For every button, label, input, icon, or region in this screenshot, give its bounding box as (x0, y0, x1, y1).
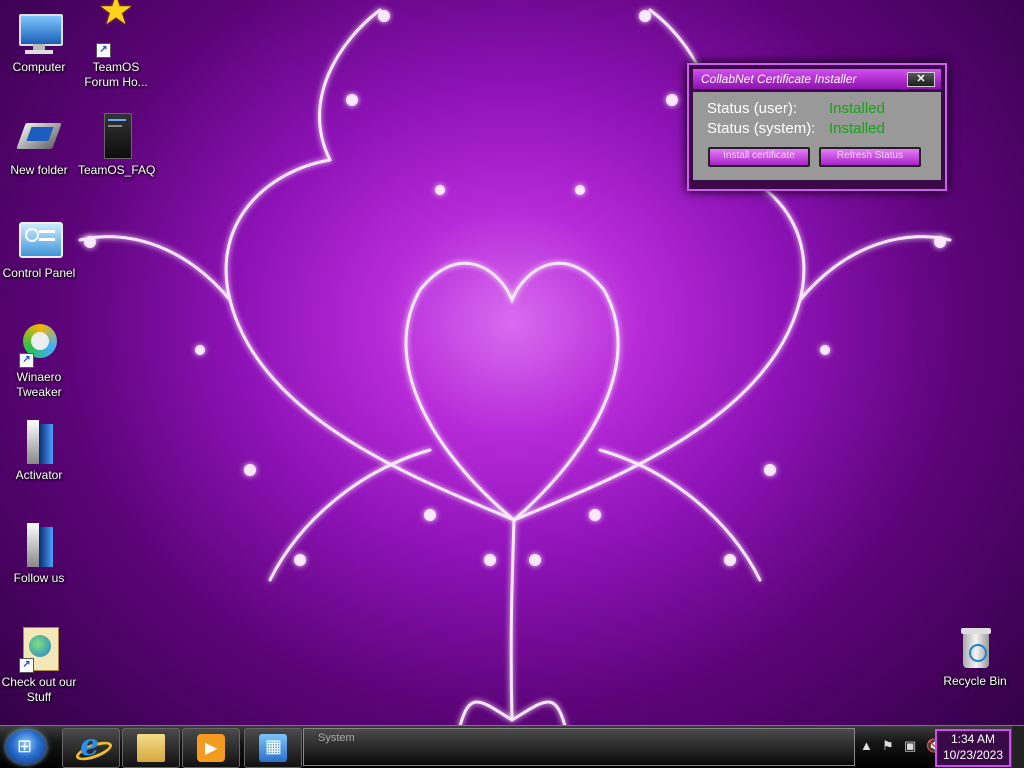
control-panel-icon (15, 216, 63, 264)
show-desktop-button[interactable] (1011, 726, 1024, 768)
desktop-icon-label: TeamOS Forum Ho... (84, 60, 148, 89)
window-titlebar[interactable]: CollabNet Certificate Installer ✕ (693, 69, 941, 89)
installer-body: Status (user): Installed Status (system)… (693, 92, 941, 180)
activator-icon (15, 418, 63, 466)
media-player-icon (197, 734, 225, 762)
taskbar: ⊞ System ▲ ⚑ ▣ 🔇 1:34 AM 10/23/2023 (0, 725, 1024, 768)
star-shortcut-icon: ★ ↗ (92, 0, 140, 58)
desktop-icon-label: Recycle Bin (943, 674, 1007, 688)
follow-us-icon (15, 521, 63, 569)
desktop-icon-teamos-faq[interactable]: TeamOS_FAQ (78, 113, 156, 178)
certificate-installer-window[interactable]: CollabNet Certificate Installer ✕ Status… (687, 63, 947, 191)
recycle-bin-icon (951, 624, 999, 672)
desktop-icon-recycle-bin[interactable]: Recycle Bin (937, 624, 1013, 689)
system-icon (259, 734, 287, 762)
action-center-flag-icon[interactable]: ⚑ (882, 738, 898, 754)
document-icon (92, 113, 140, 161)
winaero-tweaker-icon: ↗ (15, 320, 63, 368)
taskbar-active-window-button[interactable]: System (303, 728, 855, 766)
computer-icon (15, 10, 63, 58)
desktop-icon-label: Winaero Tweaker (16, 370, 62, 399)
desktop-icon-winaero-tweaker[interactable]: ↗ Winaero Tweaker (1, 320, 77, 400)
windows-logo-icon: ⊞ (17, 736, 33, 756)
taskbar-clock[interactable]: 1:34 AM 10/23/2023 (935, 729, 1011, 767)
status-user-row: Status (user): Installed (707, 100, 885, 117)
shortcut-arrow-icon: ↗ (96, 43, 111, 58)
desktop-icon-new-folder[interactable]: New folder (1, 113, 77, 178)
desktop-icon-follow-us[interactable]: Follow us (1, 521, 77, 586)
taskbar-media-player-button[interactable] (182, 728, 240, 768)
check-out-icon: ↗ (15, 625, 63, 673)
close-button[interactable]: ✕ (907, 72, 935, 87)
status-user-label: Status (user): (707, 100, 798, 117)
status-system-value: Installed (829, 120, 885, 137)
desktop-icon-label: Check out our Stuff (1, 675, 77, 704)
desktop-icon-label: Control Panel (2, 266, 76, 280)
taskbar-window-label: System (318, 732, 355, 744)
shortcut-arrow-icon: ↗ (19, 658, 34, 673)
taskbar-system-button[interactable] (244, 728, 302, 768)
taskbar-internet-explorer-button[interactable] (62, 728, 120, 768)
desktop-icon-teamos-forum[interactable]: ★ ↗ TeamOS Forum Ho... (78, 0, 154, 90)
desktop-icon-check-out-our-stuff[interactable]: ↗ Check out our Stuff (1, 625, 77, 705)
desktop-icon-label: Activator (15, 468, 63, 482)
taskbar-file-explorer-button[interactable] (122, 728, 180, 768)
desktop-icon-label: New folder (10, 163, 68, 177)
status-system-label: Status (system): (707, 120, 816, 137)
desktop-icon-activator[interactable]: Activator (1, 418, 77, 483)
file-explorer-icon (137, 734, 165, 762)
desktop-icon-control-panel[interactable]: Control Panel (1, 216, 77, 281)
status-system-row: Status (system): Installed (707, 120, 885, 137)
start-button[interactable]: ⊞ (6, 730, 46, 764)
internet-explorer-icon (77, 728, 105, 763)
desktop-icon-label: Follow us (13, 571, 65, 585)
clock-time: 1:34 AM (950, 732, 996, 746)
desktop-icon-computer[interactable]: Computer (1, 10, 77, 75)
desktop-icon-label: Computer (12, 60, 66, 74)
show-hidden-icons-icon[interactable]: ▲ (860, 738, 876, 754)
refresh-status-button[interactable]: Refresh Status (819, 147, 921, 167)
window-title: CollabNet Certificate Installer (701, 72, 857, 86)
shortcut-arrow-icon: ↗ (19, 353, 34, 368)
install-certificate-button[interactable]: Install certificate (708, 147, 810, 167)
folder-icon (15, 113, 63, 161)
status-user-value: Installed (829, 100, 885, 117)
network-icon[interactable]: ▣ (904, 738, 920, 754)
desktop-icon-label: TeamOS_FAQ (78, 163, 156, 177)
clock-date: 10/23/2023 (942, 748, 1004, 762)
